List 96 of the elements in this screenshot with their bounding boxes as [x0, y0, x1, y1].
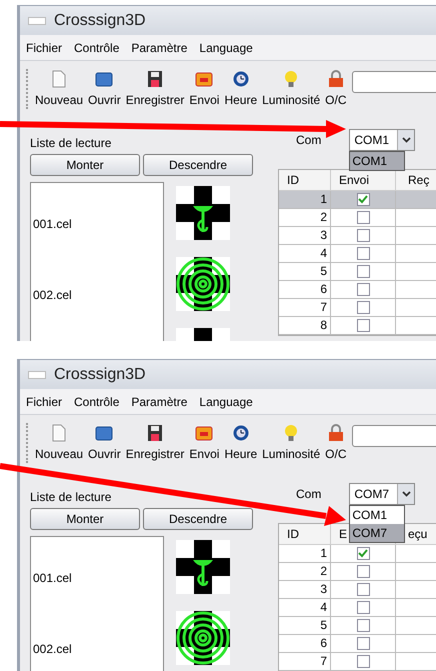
- envoi-checkbox[interactable]: [356, 619, 370, 632]
- window-title: Crosssign3D: [54, 12, 146, 30]
- envoi-checkbox[interactable]: [356, 583, 370, 596]
- text-field[interactable]: [352, 424, 436, 446]
- playlist-label: Liste de lecture: [30, 136, 112, 150]
- com-dropdown[interactable]: COM7: [349, 483, 416, 505]
- toolbar-button[interactable]: Heure: [224, 70, 258, 107]
- id-cell: 5: [279, 263, 331, 281]
- envoi-checkbox[interactable]: [356, 247, 370, 260]
- caret-icon: [402, 491, 411, 497]
- id-cell: 2: [279, 209, 331, 227]
- id-cell: 5: [279, 617, 331, 635]
- playlist-button[interactable]: Monter: [30, 154, 140, 176]
- id-cell: 7: [279, 653, 331, 671]
- envoi-checkbox[interactable]: [356, 193, 370, 206]
- column-header[interactable]: ID: [279, 524, 331, 545]
- envoi-checkbox[interactable]: [356, 229, 370, 242]
- column-header[interactable]: Envoi: [331, 170, 396, 191]
- dropdown-option[interactable]: COM1: [350, 152, 404, 170]
- toolbar-button[interactable]: Ouvrir: [88, 70, 121, 107]
- com-dropdown[interactable]: COM1: [349, 129, 416, 151]
- id-cell: 1: [279, 545, 331, 563]
- playlist-item[interactable]: 002.cel: [31, 254, 163, 325]
- playlist-button[interactable]: Descendre: [143, 508, 253, 530]
- caret-icon: [402, 137, 411, 143]
- playlist-label: Liste de lecture: [30, 490, 112, 504]
- envoi-checkbox[interactable]: [356, 265, 370, 278]
- toolbar-button[interactable]: Luminosité: [262, 424, 320, 461]
- envoi-checkbox[interactable]: [356, 319, 370, 332]
- id-cell: 2: [279, 563, 331, 581]
- dropdown-option[interactable]: COM7: [350, 524, 404, 542]
- menu-item[interactable]: Paramètre: [131, 40, 188, 54]
- folder-icon: [95, 70, 114, 88]
- playlist-button[interactable]: Descendre: [143, 154, 253, 176]
- page-icon: [50, 70, 68, 88]
- folder-icon: [95, 424, 114, 442]
- com-label: Com: [296, 133, 322, 147]
- phone-icon: [195, 70, 214, 88]
- toolbar-button[interactable]: Nouveau: [35, 424, 84, 461]
- clock-icon: [232, 424, 250, 442]
- window-icon: [28, 370, 46, 378]
- menu-item[interactable]: Contrôle: [74, 394, 120, 408]
- column-header[interactable]: Reç: [396, 170, 436, 191]
- id-cell: 3: [279, 227, 331, 245]
- playlist-item[interactable]: 001.cel: [31, 537, 163, 608]
- column-header[interactable]: ID: [279, 170, 331, 191]
- envoi-checkbox[interactable]: [356, 565, 370, 578]
- menu-item[interactable]: Fichier: [26, 40, 62, 54]
- floppy-icon: [146, 70, 164, 88]
- menu-item[interactable]: Language: [199, 394, 253, 408]
- page-icon: [50, 424, 68, 442]
- toolbar-button[interactable]: Heure: [224, 424, 258, 461]
- menu-item[interactable]: Language: [199, 40, 253, 54]
- id-cell: 6: [279, 281, 331, 299]
- envoi-checkbox[interactable]: [356, 637, 370, 650]
- window-icon: [28, 16, 46, 24]
- toolbar-button[interactable]: Nouveau: [35, 70, 84, 107]
- phone-icon: [195, 424, 214, 442]
- envoi-checkbox[interactable]: [356, 547, 370, 560]
- id-cell: 6: [279, 635, 331, 653]
- floppy-icon: [146, 424, 164, 442]
- text-field[interactable]: [352, 70, 436, 92]
- com-label: Com: [296, 487, 322, 501]
- toolbar-button[interactable]: Ouvrir: [88, 424, 121, 461]
- envoi-checkbox[interactable]: [356, 601, 370, 614]
- envoi-checkbox[interactable]: [356, 655, 370, 668]
- toolbar-button[interactable]: Enregistrer: [126, 70, 184, 107]
- cross-sign-thumbnail: [176, 611, 230, 665]
- clock-icon: [232, 70, 250, 88]
- toolbar-button[interactable]: O/C: [325, 424, 346, 461]
- id-cell: 8: [279, 317, 331, 335]
- id-cell: 7: [279, 299, 331, 317]
- id-cell: 3: [279, 581, 331, 599]
- lock-icon: [326, 424, 345, 442]
- window-title: Crosssign3D: [54, 366, 146, 384]
- toolbar-button[interactable]: Envoi: [189, 70, 220, 107]
- id-cell: 4: [279, 245, 331, 263]
- cross-sign-thumbnail: [176, 186, 230, 240]
- toolbar-button[interactable]: O/C: [325, 70, 346, 107]
- toolbar-button[interactable]: Luminosité: [262, 70, 320, 107]
- id-cell: 1: [279, 191, 331, 209]
- id-cell: 4: [279, 599, 331, 617]
- cross-sign-thumbnail: [176, 540, 230, 594]
- envoi-checkbox[interactable]: [356, 283, 370, 296]
- playlist-item[interactable]: 001.cel: [31, 183, 163, 254]
- toolbar-button[interactable]: Envoi: [189, 424, 220, 461]
- menu-item[interactable]: Contrôle: [74, 40, 120, 54]
- menu-item[interactable]: Paramètre: [131, 394, 188, 408]
- lock-icon: [326, 70, 345, 88]
- toolbar-button[interactable]: Enregistrer: [126, 424, 184, 461]
- menu-item[interactable]: Fichier: [26, 394, 62, 408]
- envoi-checkbox[interactable]: [356, 301, 370, 314]
- playlist-button[interactable]: Monter: [30, 508, 140, 530]
- cross-sign-thumbnail: [176, 257, 230, 311]
- envoi-checkbox[interactable]: [356, 211, 370, 224]
- playlist-item[interactable]: 002.cel: [31, 608, 163, 671]
